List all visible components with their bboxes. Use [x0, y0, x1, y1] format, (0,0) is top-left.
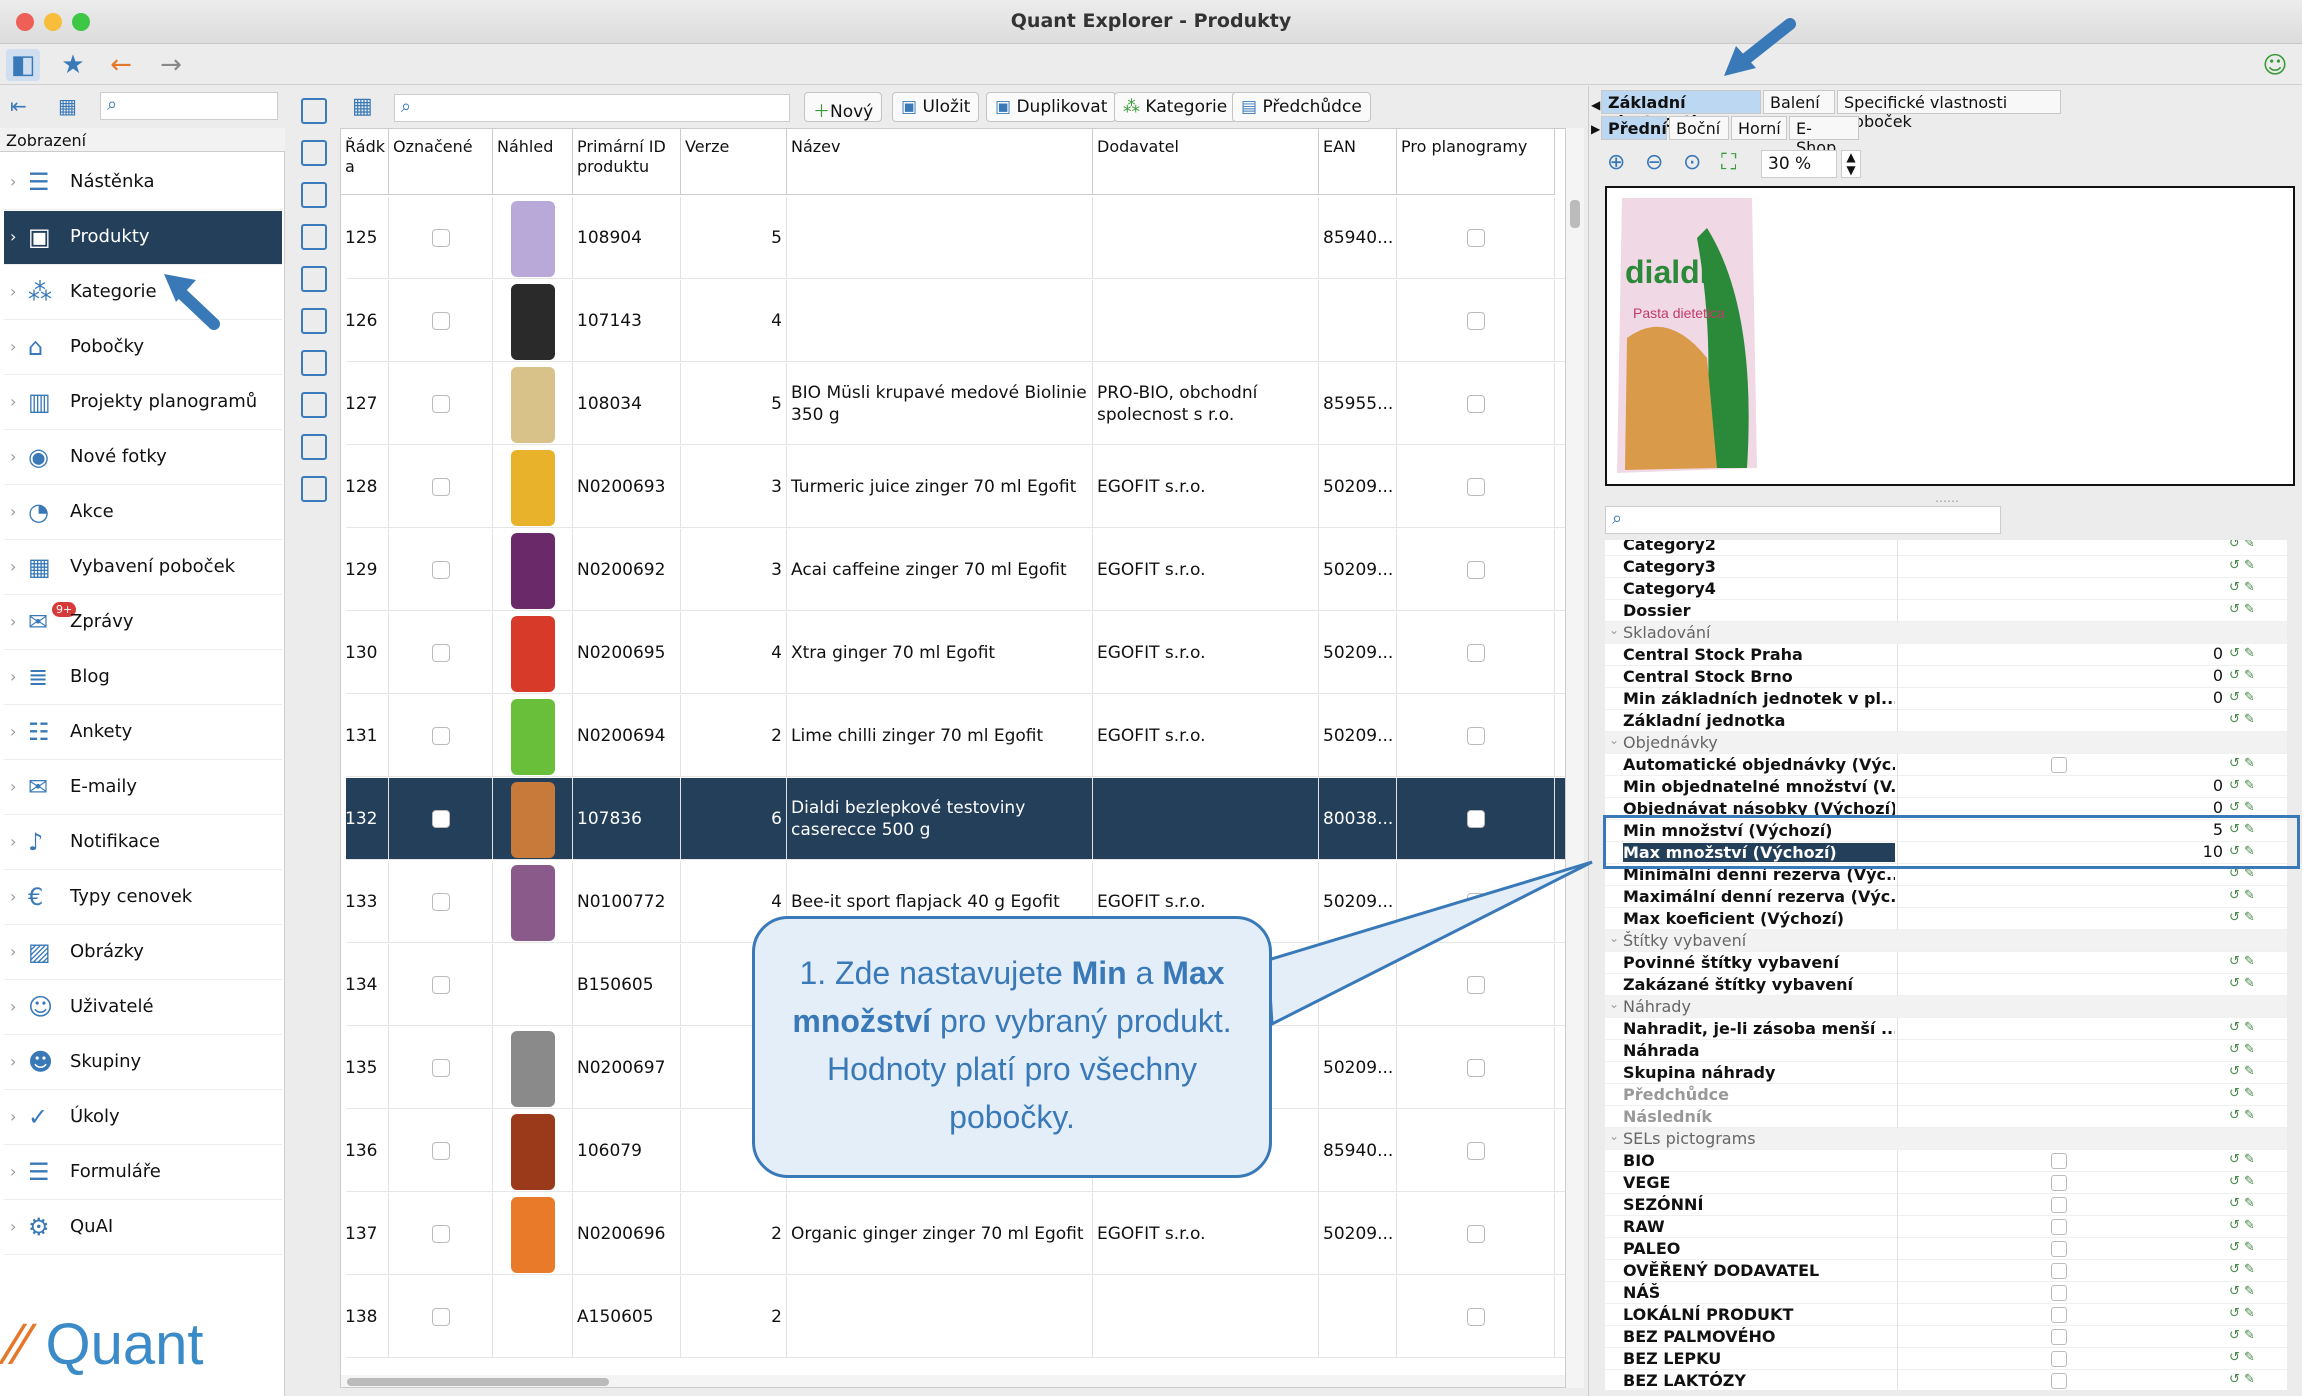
- app-window: Quant Explorer - Produkty ◧ ★ ← → ☺ ⇤ ▦ …: [0, 0, 2302, 1396]
- callout-bubble: 1. Zde nastavujete Min a Max množství pr…: [752, 916, 1272, 1178]
- annotation-overlay: [164, 18, 1796, 1027]
- callout-text-1: 1. Zde nastavujete: [799, 955, 1072, 991]
- callout-tail: [1266, 860, 1593, 1027]
- arrow-to-tabs-icon: [1736, 18, 1796, 68]
- callout-bold-min: Min: [1071, 955, 1127, 991]
- callout-text-2: a: [1126, 955, 1163, 991]
- arrow-to-produkty-icon: [172, 284, 220, 330]
